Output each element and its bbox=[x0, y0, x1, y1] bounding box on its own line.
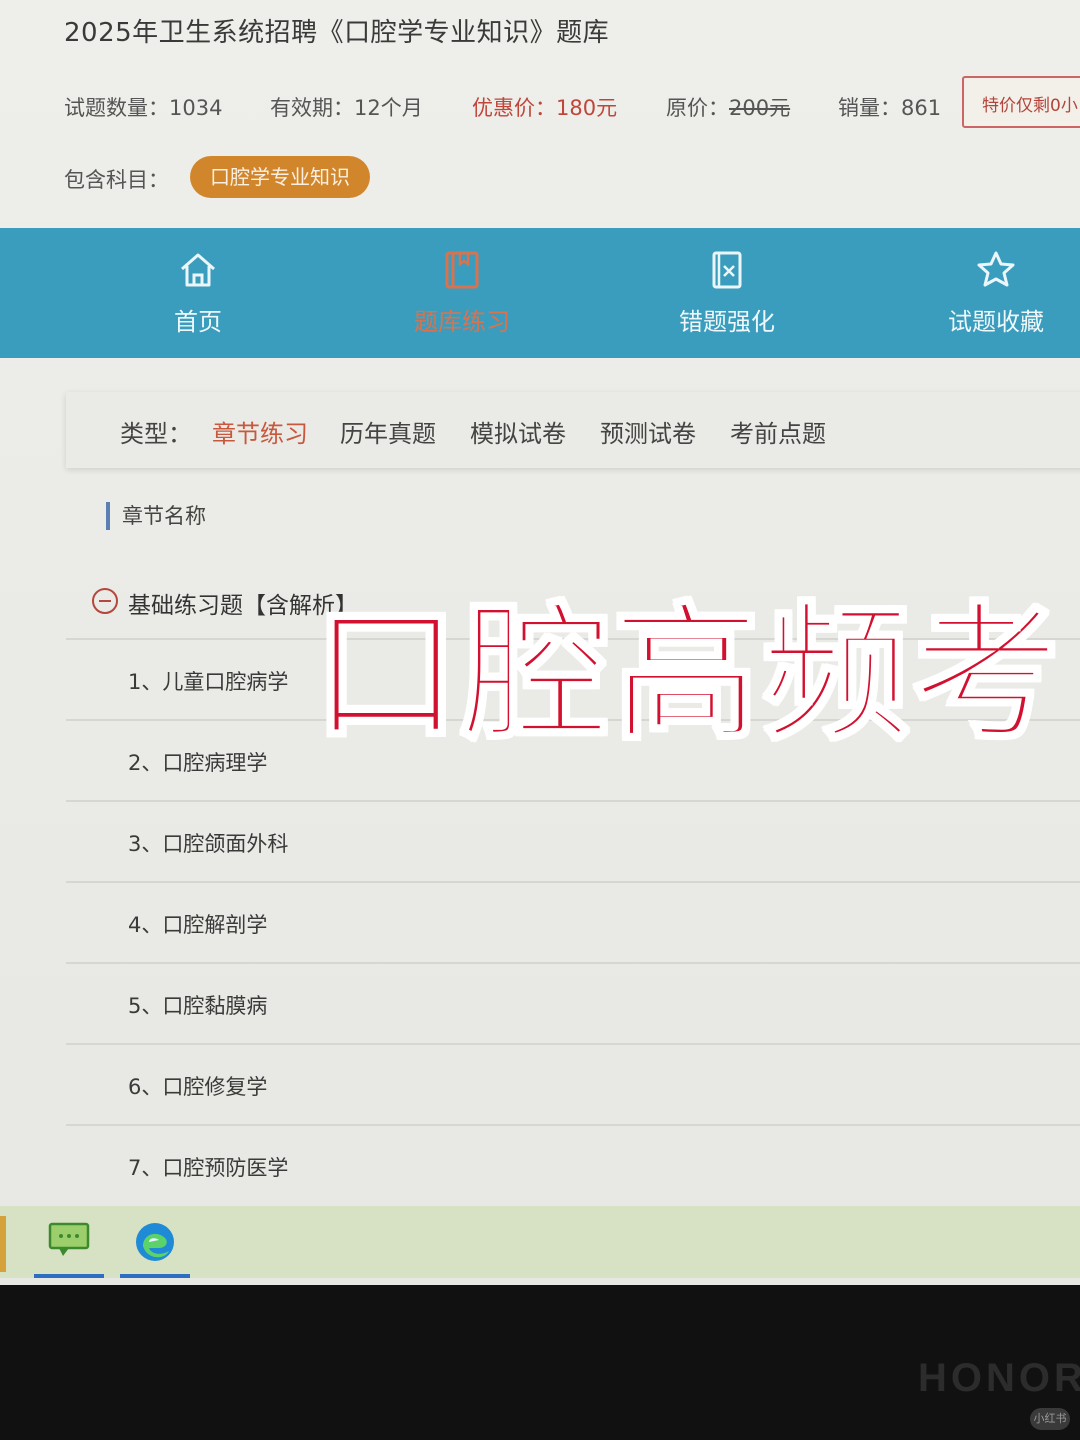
list-item[interactable]: 3、口腔颌面外科 bbox=[66, 800, 1080, 881]
chapter-label: 7、口腔预防医学 bbox=[128, 1156, 289, 1180]
nav-label-home: 首页 bbox=[174, 308, 222, 336]
sales-count: 销量：861 bbox=[838, 96, 942, 120]
nav-item-home[interactable]: 首页 bbox=[98, 228, 298, 358]
list-item[interactable]: 7、口腔预防医学 bbox=[66, 1124, 1080, 1205]
wrong-doc-icon bbox=[712, 251, 742, 289]
list-item[interactable]: 6、口腔修复学 bbox=[66, 1043, 1080, 1124]
sale-price: 优惠价：180元 bbox=[472, 96, 618, 120]
brand-logo: HONOR bbox=[918, 1356, 1080, 1400]
taskbar-browser[interactable] bbox=[120, 1206, 190, 1278]
chat-monitor-icon bbox=[48, 1222, 90, 1256]
star-icon bbox=[977, 251, 1015, 287]
type-prediction-papers[interactable]: 预测试卷 bbox=[600, 414, 696, 449]
taskbar-chat-app[interactable] bbox=[34, 1206, 104, 1278]
main-nav: 首页 题库练习 错题强化 试题收藏 bbox=[0, 228, 1080, 358]
home-icon bbox=[181, 253, 215, 287]
validity-period: 有效期：12个月 bbox=[270, 96, 423, 120]
promo-text: 特价仅剩0小 bbox=[982, 96, 1078, 116]
list-item[interactable]: 4、口腔解剖学 bbox=[66, 881, 1080, 962]
edge-browser-icon bbox=[136, 1223, 174, 1261]
chapter-label: 2、口腔病理学 bbox=[128, 751, 268, 775]
product-info-row: 试题数量：1034 有效期：12个月 优惠价：180元 原价：200元 销量：8… bbox=[64, 76, 1080, 128]
nav-item-wrong-questions[interactable]: 错题强化 bbox=[627, 228, 827, 358]
headline-overlay: 口腔高频考 bbox=[311, 587, 1062, 762]
subject-pill[interactable]: 口腔学专业知识 bbox=[190, 156, 370, 198]
chapter-label: 1、儿童口腔病学 bbox=[128, 670, 289, 694]
type-filter-label: 类型： bbox=[120, 420, 192, 448]
question-count: 试题数量：1034 bbox=[64, 96, 223, 120]
type-chapter-practice[interactable]: 章节练习 bbox=[212, 414, 308, 449]
monitor-screen: 2025年卫生系统招聘《口腔学专业知识》题库 试题数量：1034 有效期：12个… bbox=[0, 0, 1080, 1285]
headline-text: 口腔高频考 bbox=[311, 587, 1062, 762]
watermark: 小红书 bbox=[1030, 1408, 1070, 1430]
nav-item-favorites[interactable]: 试题收藏 bbox=[896, 228, 1080, 358]
original-price-label: 原价： bbox=[666, 96, 729, 120]
chapter-label: 3、口腔颌面外科 bbox=[128, 832, 289, 856]
chapter-label: 4、口腔解剖学 bbox=[128, 913, 268, 937]
original-price: 原价：200元 bbox=[666, 92, 790, 122]
type-past-exams[interactable]: 历年真题 bbox=[340, 414, 436, 449]
nav-label-wrong-questions: 错题强化 bbox=[679, 308, 775, 336]
nav-label-question-bank: 题库练习 bbox=[414, 308, 510, 336]
promo-badge[interactable]: ‹ 特价仅剩0小 bbox=[962, 76, 1080, 128]
type-pre-exam-tips[interactable]: 考前点题 bbox=[730, 414, 826, 449]
list-item[interactable]: 5、口腔黏膜病 bbox=[66, 962, 1080, 1043]
chapter-label: 5、口腔黏膜病 bbox=[128, 994, 268, 1018]
nav-label-favorites: 试题收藏 bbox=[948, 308, 1044, 336]
subject-label: 包含科目： bbox=[64, 168, 169, 192]
book-icon bbox=[445, 251, 479, 289]
taskbar-edge bbox=[0, 1216, 6, 1272]
page-title: 2025年卫生系统招聘《口腔学专业知识》题库 bbox=[64, 18, 610, 48]
collapse-icon[interactable] bbox=[92, 588, 118, 614]
nav-item-question-bank[interactable]: 题库练习 bbox=[362, 228, 562, 358]
taskbar bbox=[0, 1206, 1080, 1278]
type-filter-bar: 类型： 章节练习 历年真题 模拟试卷 预测试卷 考前点题 bbox=[66, 392, 1080, 468]
type-mock-papers[interactable]: 模拟试卷 bbox=[470, 414, 566, 449]
chapter-header: 章节名称 bbox=[106, 502, 206, 530]
original-price-value: 200元 bbox=[729, 96, 791, 120]
chapter-label: 6、口腔修复学 bbox=[128, 1075, 268, 1099]
